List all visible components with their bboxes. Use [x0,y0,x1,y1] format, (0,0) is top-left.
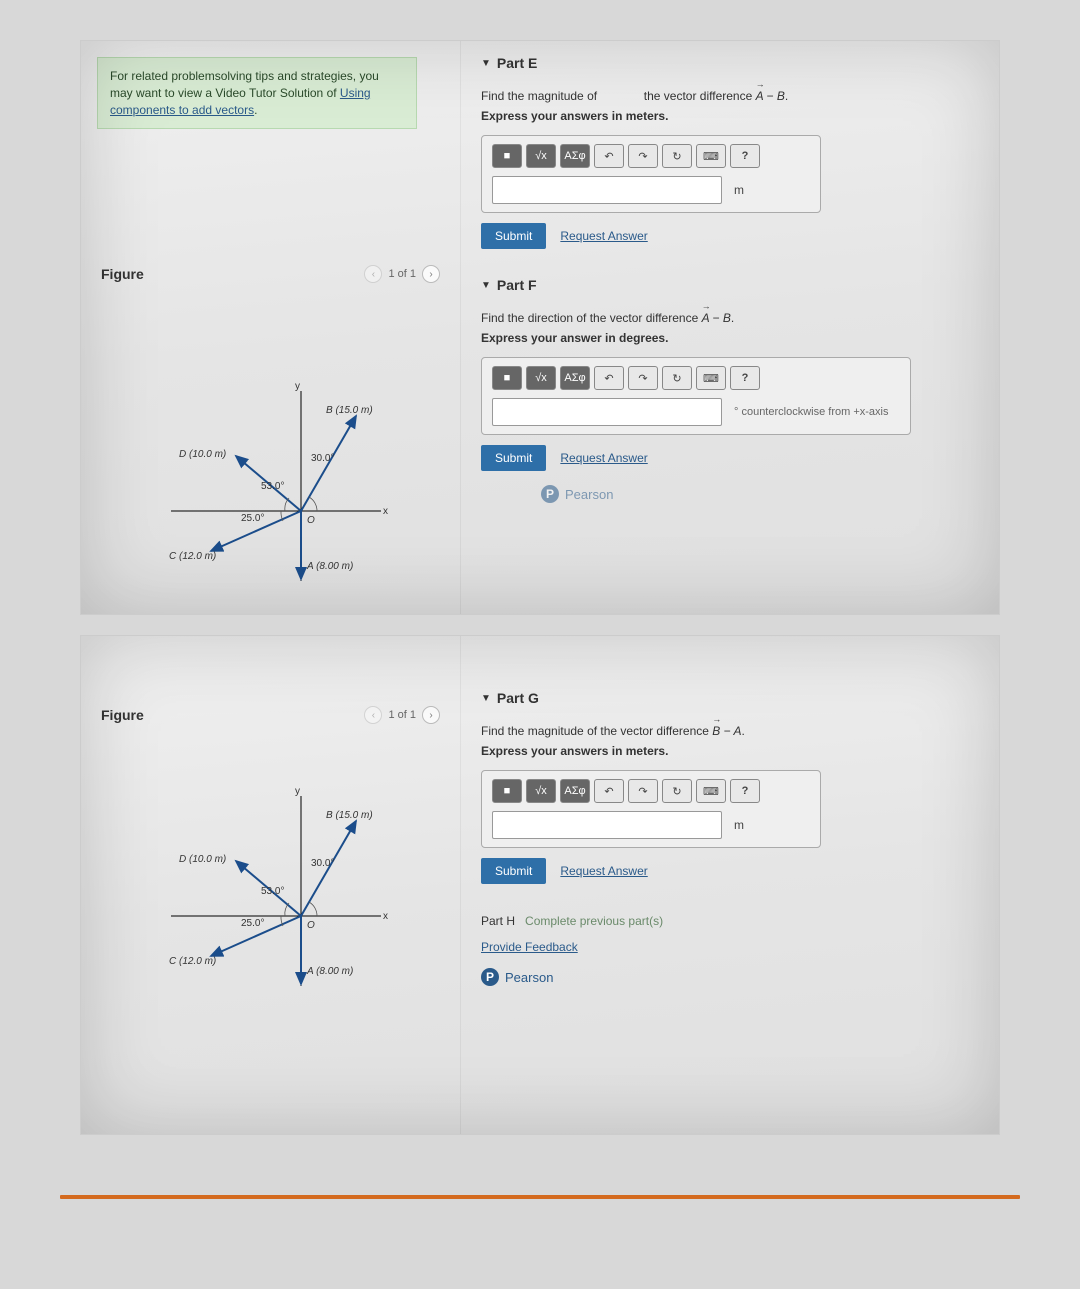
part-e-prompt: Find the magnitude of the vector differe… [481,89,979,103]
tool-template-icon[interactable]: ■ [492,779,522,803]
part-e-answer-box: ■ √x ΑΣφ ↶ ↷ ↻ ⌨ ? m [481,135,821,213]
keyboard-icon[interactable]: ⌨ [696,144,726,168]
undo-icon[interactable]: ↶ [594,144,624,168]
part-f-prompt: Find the direction of the vector differe… [481,311,979,325]
svg-text:C (12.0 m): C (12.0 m) [169,956,216,967]
part-h-line: Part H Complete previous part(s) [481,914,979,928]
tool-root-icon[interactable]: √x [526,366,556,390]
svg-text:B (15.0 m): B (15.0 m) [326,810,373,821]
tool-root-icon[interactable]: √x [526,779,556,803]
tips-box: For related problemsolving tips and stra… [97,57,417,129]
pager-status: 1 of 1 [388,268,416,280]
part-f-submit[interactable]: Submit [481,445,546,471]
keyboard-icon[interactable]: ⌨ [696,366,726,390]
part-g-title: Part G [497,690,539,706]
part-h-msg: Complete previous part(s) [525,914,663,928]
part-f-input[interactable] [492,398,722,426]
pearson-logo-icon: P [541,485,559,503]
help-icon[interactable]: ? [730,779,760,803]
part-e-request[interactable]: Request Answer [560,229,647,243]
ang-30: 30.0° [311,453,334,464]
figure-pager-2: ‹ 1 of 1 › [364,706,440,724]
tips-pretext: For related problemsolving tips and stra… [110,69,379,100]
bottom-rule [60,1195,1020,1199]
figure-title: Figure [101,266,144,282]
vector-diagram-2: x y O A (8.00 m) B (15.0 m) D (10.0 m) [121,776,441,1006]
svg-text:O: O [307,920,315,931]
pager-prev[interactable]: ‹ [364,265,382,283]
svg-text:25.0°: 25.0° [241,918,264,929]
part-e-unit: m [734,183,744,197]
undo-icon[interactable]: ↶ [594,779,624,803]
figure-title-2: Figure [101,707,144,723]
reset-icon[interactable]: ↻ [662,779,692,803]
provide-feedback[interactable]: Provide Feedback [481,940,578,954]
svg-text:y: y [295,786,300,797]
vec-D-label: D (10.0 m) [179,449,226,460]
svg-text:D (10.0 m): D (10.0 m) [179,854,226,865]
tool-template-icon[interactable]: ■ [492,144,522,168]
part-h-label: Part H [481,914,515,928]
ang-25: 25.0° [241,513,264,524]
figure-pager: ‹ 1 of 1 › [364,265,440,283]
vec-A-label: A (8.00 m) [306,561,353,572]
part-e-input[interactable] [492,176,722,204]
svg-text:A (8.00 m): A (8.00 m) [306,966,353,977]
chevron-down-icon: ▼ [481,58,491,69]
pager-prev-2[interactable]: ‹ [364,706,382,724]
pager-status-2: 1 of 1 [388,709,416,721]
svg-text:53.0°: 53.0° [261,886,284,897]
part-g-unit: m [734,818,744,832]
y-axis-label: y [295,381,300,392]
part-e-instruct: Express your answers in meters. [481,109,979,123]
chevron-down-icon: ▼ [481,693,491,704]
tool-template-icon[interactable]: ■ [492,366,522,390]
help-icon[interactable]: ? [730,366,760,390]
part-g-input[interactable] [492,811,722,839]
origin-label: O [307,515,315,526]
reset-icon[interactable]: ↻ [662,144,692,168]
vec-C-label: C (12.0 m) [169,551,216,562]
vector-diagram: x y O A (8.00 m) B (15.0 m) [121,371,441,601]
part-g-answer-box: ■ √x ΑΣφ ↶ ↷ ↻ ⌨ ? m [481,770,821,848]
tool-greek-icon[interactable]: ΑΣφ [560,144,590,168]
redo-icon[interactable]: ↷ [628,366,658,390]
svg-text:x: x [383,911,388,922]
help-icon[interactable]: ? [730,144,760,168]
undo-icon[interactable]: ↶ [594,366,624,390]
part-g-request[interactable]: Request Answer [560,864,647,878]
vec-B-label: B (15.0 m) [326,405,373,416]
part-f-title: Part F [497,277,537,293]
reset-icon[interactable]: ↻ [662,366,692,390]
pearson-brand: Pearson [565,487,613,502]
tool-root-icon[interactable]: √x [526,144,556,168]
x-axis-label: x [383,506,388,517]
part-g-instruct: Express your answers in meters. [481,744,979,758]
redo-icon[interactable]: ↷ [628,779,658,803]
pearson-logo-icon: P [481,968,499,986]
part-g-submit[interactable]: Submit [481,858,546,884]
part-g-toggle[interactable]: ▼ Part G [481,690,979,706]
part-f-toggle[interactable]: ▼ Part F [481,277,979,293]
chevron-down-icon: ▼ [481,280,491,291]
pearson-brand: Pearson [505,970,553,985]
part-e-title: Part E [497,55,537,71]
ang-53: 53.0° [261,481,284,492]
pager-next[interactable]: › [422,265,440,283]
part-f-answer-box: ■ √x ΑΣφ ↶ ↷ ↻ ⌨ ? ° counterclockwise fr… [481,357,911,435]
part-f-instruct: Express your answer in degrees. [481,331,979,345]
redo-icon[interactable]: ↷ [628,144,658,168]
part-e-submit[interactable]: Submit [481,223,546,249]
part-f-request[interactable]: Request Answer [560,451,647,465]
part-f-unit: ° counterclockwise from +x-axis [734,406,888,418]
keyboard-icon[interactable]: ⌨ [696,779,726,803]
tool-greek-icon[interactable]: ΑΣφ [560,366,590,390]
part-g-prompt: Find the magnitude of the vector differe… [481,724,979,738]
part-e-toggle[interactable]: ▼ Part E [481,55,979,71]
tool-greek-icon[interactable]: ΑΣφ [560,779,590,803]
pager-next-2[interactable]: › [422,706,440,724]
svg-text:30.0°: 30.0° [311,858,334,869]
